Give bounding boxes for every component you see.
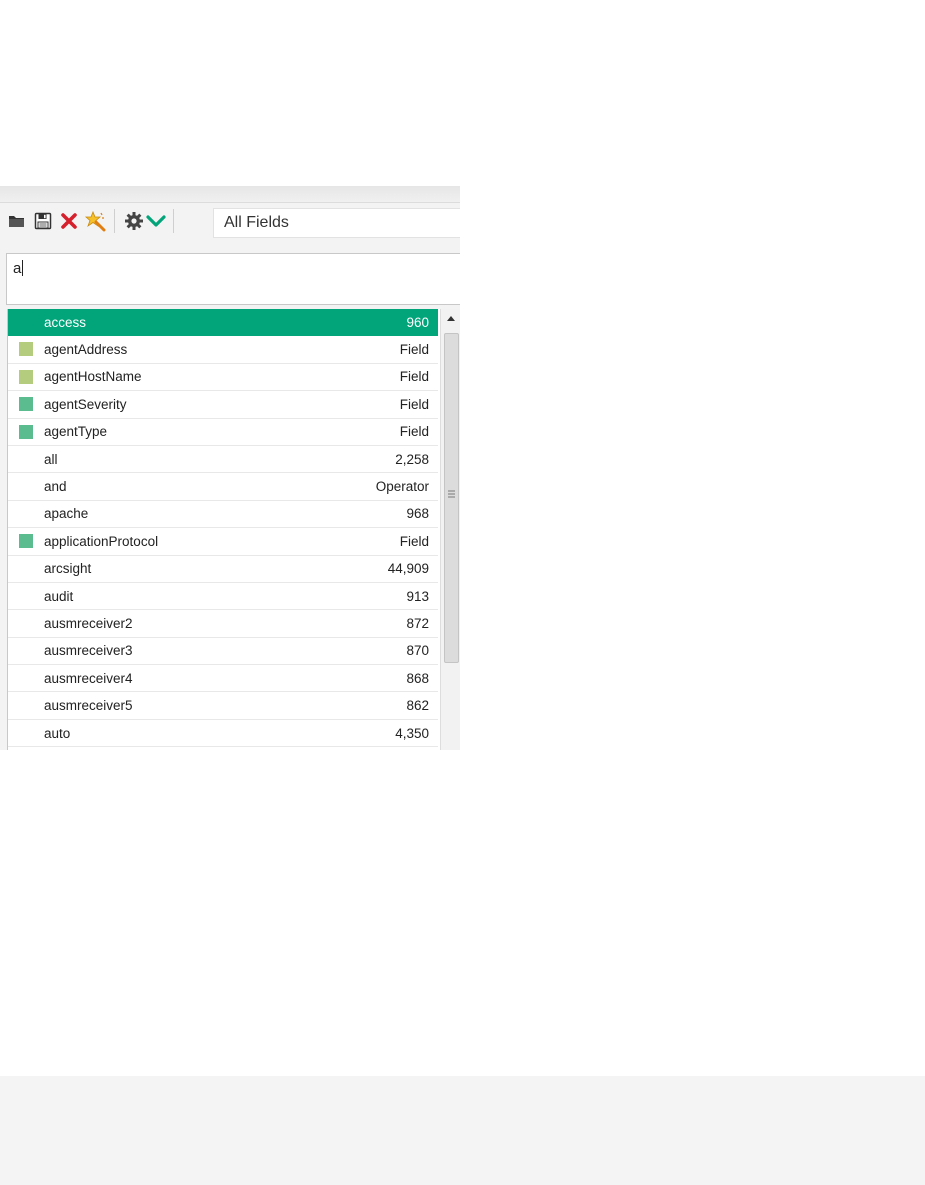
grip-icon <box>448 490 455 498</box>
delete-icon[interactable] <box>58 210 80 232</box>
suggestion-item[interactable]: all 2,258 <box>8 446 438 474</box>
suggestion-count: Operator <box>375 479 429 495</box>
suggestion-label: access <box>44 314 87 330</box>
suggestion-count: 872 <box>406 615 429 631</box>
search-query-input[interactable]: a <box>6 253 460 305</box>
suggestion-label: ausmreceiver4 <box>44 670 133 686</box>
suggestion-count: 868 <box>406 670 429 686</box>
suggestion-count: Field <box>399 396 429 412</box>
suggestion-label: apache <box>44 506 89 522</box>
suggestion-label: applicationProtocol <box>44 533 159 549</box>
suggestion-item[interactable]: audit 913 <box>8 583 438 611</box>
search-query-text: a <box>13 260 22 277</box>
suggestion-label: agentAddress <box>44 342 128 358</box>
suggestion-count: Field <box>399 369 429 385</box>
suggestion-label: ausmreceiver2 <box>44 615 133 631</box>
suggestion-list: access 960 agentAddress Field agentHostName F… <box>8 309 438 748</box>
suggestion-count: 862 <box>406 698 429 714</box>
suggestion-label: agentSeverity <box>44 396 127 412</box>
suggestion-label: all <box>44 451 58 467</box>
field-type-swatch <box>19 397 33 412</box>
field-type-swatch <box>19 534 33 549</box>
panel-header-strip <box>0 186 460 203</box>
autocomplete-dropdown: access 960 agentAddress Field agentHostName F… <box>7 309 460 750</box>
suggestion-item[interactable]: ausmreceiver5 862 <box>8 692 438 720</box>
suggestion-item[interactable]: ausmreceiver4 868 <box>8 665 438 693</box>
gear-icon[interactable] <box>123 210 145 232</box>
suggestion-item[interactable]: ausmreceiver3 870 <box>8 638 438 666</box>
suggestion-label: ausmreceiver5 <box>44 698 133 714</box>
suggestion-count: 44,909 <box>387 561 429 577</box>
suggestion-item[interactable]: and Operator <box>8 473 438 501</box>
suggestion-count: Field <box>399 533 429 549</box>
suggestion-label: audit <box>44 588 74 604</box>
field-type-swatch <box>19 342 33 357</box>
page-footer <box>0 1076 925 1185</box>
toolbar-separator <box>114 209 115 233</box>
scroll-thumb[interactable] <box>444 333 459 663</box>
suggestion-item[interactable]: arcsight 44,909 <box>8 556 438 583</box>
field-type-swatch <box>19 424 33 439</box>
field-type-swatch <box>19 369 33 384</box>
suggestion-count: 913 <box>406 588 429 604</box>
suggestion-count: Field <box>399 424 429 440</box>
suggestion-item[interactable]: agentSeverity Field <box>8 391 438 419</box>
suggestion-label: arcsight <box>44 561 92 577</box>
search-panel: All Fields a access 960 agentAddress Field a… <box>0 186 460 750</box>
suggestion-item[interactable]: auto 4,350 <box>8 720 438 748</box>
folder-icon[interactable] <box>6 210 28 232</box>
suggestion-item[interactable]: ausmreceiver2 872 <box>8 610 438 638</box>
suggestion-count: 870 <box>406 643 429 659</box>
scroll-up-arrow-icon[interactable] <box>445 313 457 323</box>
suggestion-label: ausmreceiver3 <box>44 643 133 659</box>
toolbar-separator <box>173 209 174 233</box>
field-scope-select[interactable]: All Fields <box>213 208 460 238</box>
suggestion-item[interactable]: agentHostName Field <box>8 364 438 392</box>
suggestion-count: 2,258 <box>395 451 429 467</box>
suggestion-item[interactable]: apache 968 <box>8 501 438 529</box>
text-caret <box>22 260 24 276</box>
suggestion-item[interactable]: access 960 <box>8 309 438 337</box>
chevron-down-icon[interactable] <box>145 210 167 232</box>
suggestion-label: agentHostName <box>44 369 142 385</box>
search-toolbar: All Fields <box>0 204 460 238</box>
suggestion-count: 968 <box>406 506 429 522</box>
suggestion-count: 960 <box>406 314 429 330</box>
suggestion-item[interactable]: applicationProtocol Field <box>8 528 438 556</box>
new-icon[interactable] <box>84 210 106 232</box>
suggestion-count: Field <box>399 342 429 358</box>
suggestion-label: and <box>44 479 67 495</box>
suggestion-count: 4,350 <box>395 725 429 741</box>
suggestion-item[interactable]: agentAddress Field <box>8 336 438 364</box>
save-icon[interactable] <box>32 210 54 232</box>
suggestion-label: auto <box>44 725 71 741</box>
dropdown-scrollbar[interactable] <box>440 309 460 750</box>
suggestion-label: agentType <box>44 424 108 440</box>
suggestion-item[interactable]: agentType Field <box>8 419 438 446</box>
